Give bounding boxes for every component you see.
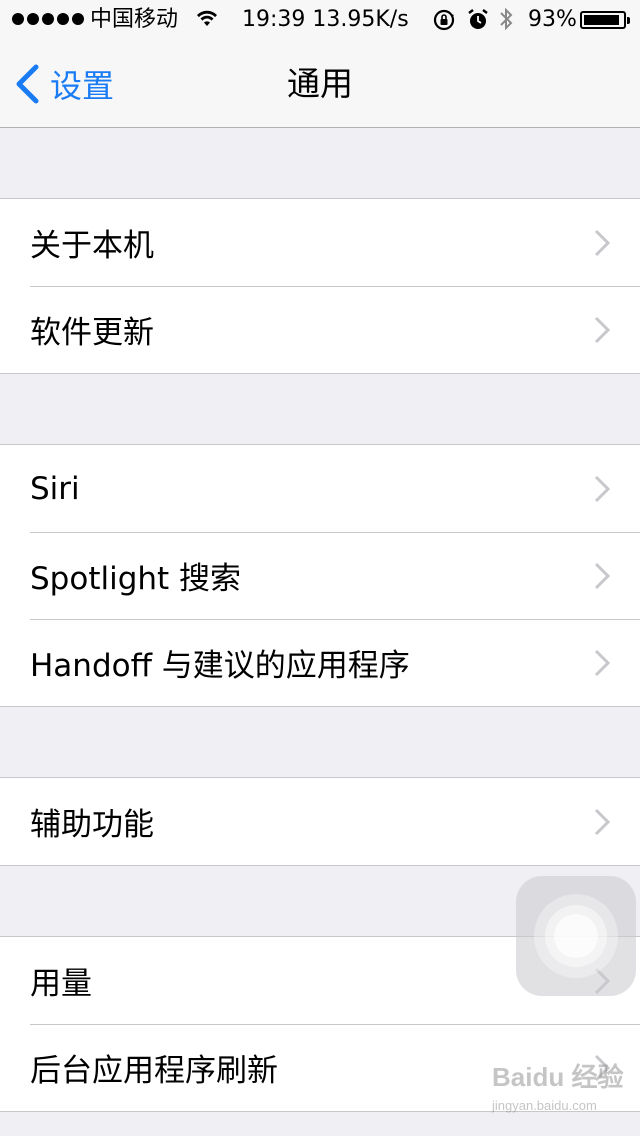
row-siri[interactable]: Siri [0, 445, 640, 532]
signal-dots-icon [12, 13, 84, 25]
chevron-right-icon [594, 229, 610, 256]
rotation-lock-icon [432, 8, 456, 38]
settings-general-screen: 中国移动 19:39 13.95K/s 93% 设置 通用 关于本机 软件更新 … [0, 0, 640, 1136]
row-software-update[interactable]: 软件更新 [0, 286, 640, 373]
alarm-icon [467, 8, 489, 38]
settings-group-accessibility: 辅助功能 [0, 777, 640, 866]
row-label: Handoff 与建议的应用程序 [30, 648, 410, 684]
settings-group-siri: Siri Spotlight 搜索 Handoff 与建议的应用程序 [0, 444, 640, 707]
baidu-watermark: Baidu 经验 [492, 1062, 624, 1092]
battery-icon [580, 11, 630, 29]
row-label: 关于本机 [30, 228, 154, 264]
wifi-icon [195, 8, 219, 34]
chevron-right-icon [594, 316, 610, 343]
row-label: Spotlight 搜索 [30, 561, 242, 597]
row-label: 用量 [30, 966, 92, 1002]
row-label: 后台应用程序刷新 [30, 1053, 278, 1089]
settings-group-about: 关于本机 软件更新 [0, 198, 640, 374]
row-label: Siri [30, 470, 80, 507]
chevron-right-icon [594, 649, 610, 676]
row-label: 辅助功能 [30, 807, 154, 843]
row-handoff[interactable]: Handoff 与建议的应用程序 [0, 619, 640, 706]
battery-percent: 93% [528, 7, 577, 32]
row-spotlight-search[interactable]: Spotlight 搜索 [0, 532, 640, 619]
chevron-right-icon [594, 475, 610, 502]
baidu-watermark-url: jingyan.baidu.com [492, 1098, 597, 1113]
carrier-name: 中国移动 [90, 7, 179, 32]
page-title: 通用 [287, 64, 353, 103]
row-accessibility[interactable]: 辅助功能 [0, 778, 640, 865]
navigation-bar: 设置 通用 [0, 40, 640, 128]
chevron-right-icon [594, 562, 610, 589]
bluetooth-icon [498, 6, 514, 38]
status-time: 19:39 13.95K/s [242, 7, 409, 32]
status-bar: 中国移动 19:39 13.95K/s 93% [0, 0, 640, 40]
chevron-right-icon [594, 808, 610, 835]
assistive-touch-button[interactable] [516, 876, 636, 996]
row-label: 软件更新 [30, 315, 154, 351]
row-about-device[interactable]: 关于本机 [0, 199, 640, 286]
